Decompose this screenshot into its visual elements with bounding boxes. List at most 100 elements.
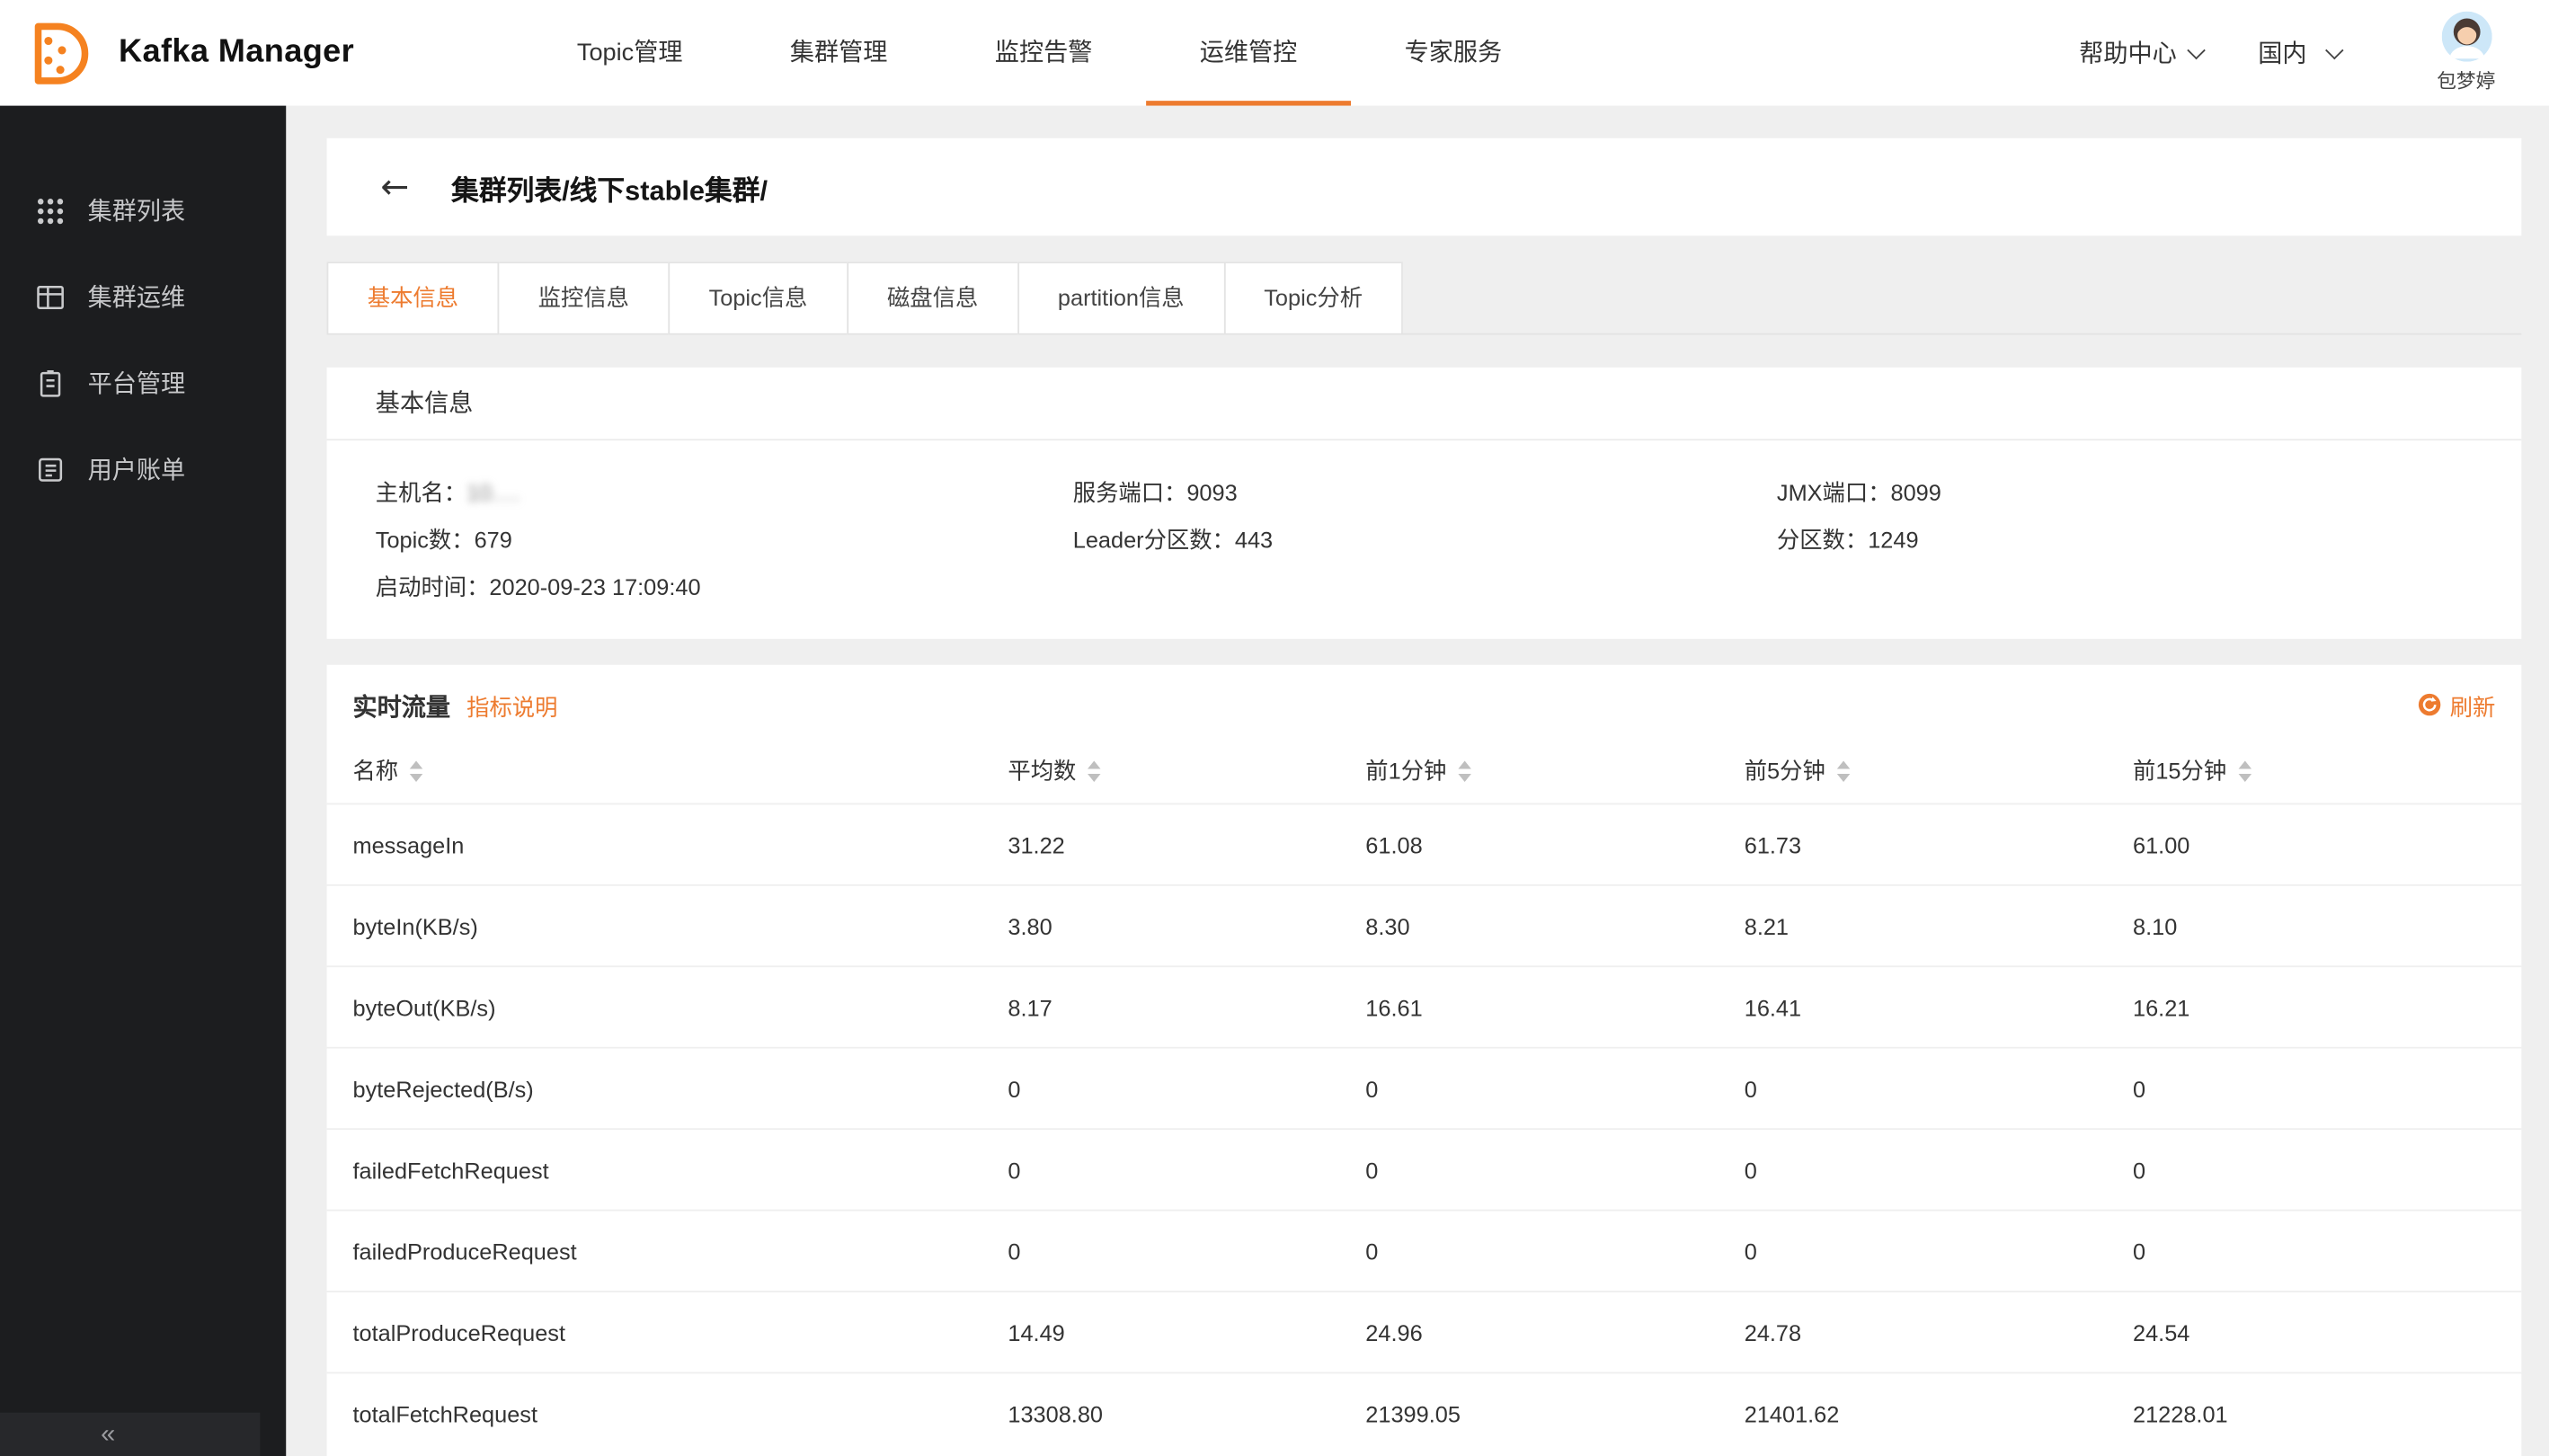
sort-icon[interactable]: [2238, 760, 2251, 782]
field-value: 443: [1235, 527, 1273, 553]
app-window: Kafka Manager Topic管理集群管理监控告警运维管控专家服务 帮助…: [0, 0, 2549, 1456]
cell-value: 0: [1008, 1157, 1365, 1183]
cell-value: 8.10: [2133, 913, 2495, 939]
col-header: 平均数: [1008, 754, 1365, 786]
user-name: 包梦婷: [2437, 67, 2495, 94]
cell-value: 0: [2133, 1157, 2495, 1183]
sidebar-item-user-bill[interactable]: 用户账单: [0, 426, 286, 512]
app-title: Kafka Manager: [119, 34, 354, 72]
help-center-menu[interactable]: 帮助中心: [2079, 36, 2202, 70]
tab-topic-analysis[interactable]: Topic分析: [1223, 262, 1403, 334]
cell-metric-name: failedFetchRequest: [352, 1157, 1008, 1183]
sidebar: 集群列表集群运维平台管理用户账单 «: [0, 106, 286, 1456]
sidebar-item-label: 平台管理: [88, 366, 186, 400]
sidebar-item-label: 用户账单: [88, 452, 186, 486]
cell-value: 61.73: [1745, 831, 2133, 857]
tab-basic-info[interactable]: 基本信息: [327, 262, 500, 334]
refresh-label: 刷新: [2450, 690, 2496, 723]
info-field: 分区数：1249: [1777, 523, 2473, 555]
cell-value: 0: [2133, 1075, 2495, 1101]
nav-item-expert-service[interactable]: 专家服务: [1351, 0, 1556, 106]
metric-description-link[interactable]: 指标说明: [466, 690, 557, 723]
breadcrumb-card: ← 集群列表/线下stable集群/: [327, 138, 2522, 236]
cell-metric-name: totalProduceRequest: [352, 1319, 1008, 1345]
col-header-label: 前15分钟: [2133, 754, 2226, 786]
col-header-label: 平均数: [1008, 754, 1076, 786]
table-row: byteIn(KB/s)3.808.308.218.10: [327, 884, 2522, 965]
user-menu[interactable]: 包梦婷: [2412, 12, 2519, 94]
cell-value: 21399.05: [1365, 1400, 1744, 1426]
col-header-label: 名称: [352, 754, 398, 786]
sidebar-item-cluster-ops[interactable]: 集群运维: [0, 253, 286, 340]
tabs-filler: [1401, 262, 2521, 334]
table-row: totalProduceRequest14.4924.9624.7824.54: [327, 1291, 2522, 1372]
avatar[interactable]: [2441, 12, 2491, 62]
top-right: 帮助中心 国内 包梦婷: [2079, 12, 2519, 94]
cell-value: 14.49: [1008, 1319, 1365, 1345]
cell-value: 0: [1745, 1075, 2133, 1101]
cluster-ops-icon: [34, 280, 67, 313]
cell-metric-name: totalFetchRequest: [352, 1400, 1008, 1426]
cell-metric-name: byteIn(KB/s): [352, 913, 1008, 939]
sort-icon[interactable]: [1836, 760, 1849, 782]
tab-partition-info[interactable]: partition信息: [1017, 262, 1225, 334]
realtime-traffic-card: 实时流量 指标说明 刷新 名称 平均数 前1分钟前5分钟 前15分钟 messageI…: [327, 665, 2522, 1456]
cell-value: 0: [1365, 1157, 1744, 1183]
tab-monitor-info[interactable]: 监控信息: [497, 262, 670, 334]
table-body: messageIn31.2261.0861.7361.00byteIn(KB/s…: [327, 803, 2522, 1452]
tab-disk-info[interactable]: 磁盘信息: [847, 262, 1019, 334]
info-field: 主机名：10.…: [376, 476, 1073, 509]
sort-icon[interactable]: [1088, 760, 1100, 782]
col-header: 前5分钟: [1745, 754, 2133, 786]
cell-value: 0: [1008, 1238, 1365, 1264]
realtime-traffic-title: 实时流量: [352, 689, 450, 724]
info-field: Leader分区数：443: [1073, 523, 1777, 555]
cell-value: 0: [1365, 1238, 1744, 1264]
info-field: JMX端口：8099: [1777, 476, 2473, 509]
user-bill-icon: [34, 453, 67, 485]
field-label: 分区数：: [1777, 527, 1868, 553]
platform-manage-icon: [34, 367, 67, 399]
cell-value: 21401.62: [1745, 1400, 2133, 1426]
refresh-button[interactable]: 刷新: [2418, 690, 2496, 723]
field-value: 679: [475, 527, 512, 553]
sidebar-item-platform-manage[interactable]: 平台管理: [0, 340, 286, 426]
tab-topic-info[interactable]: Topic信息: [668, 262, 848, 334]
col-header-label: 前5分钟: [1745, 754, 1825, 786]
table-row: byteRejected(B/s)0000: [327, 1047, 2522, 1128]
metrics-table: 名称 平均数 前1分钟前5分钟 前15分钟 messageIn31.2261.0861…: [327, 738, 2522, 1453]
field-value: 1249: [1868, 527, 1918, 553]
cell-value: 13308.80: [1008, 1400, 1365, 1426]
cluster-list-icon: [34, 194, 67, 226]
nav-item-cluster-manage[interactable]: 集群管理: [736, 0, 941, 106]
brand[interactable]: Kafka Manager: [20, 15, 354, 90]
refresh-icon: [2418, 692, 2442, 722]
region-select[interactable]: 国内: [2258, 36, 2340, 70]
back-arrow-icon[interactable]: ←: [380, 167, 409, 206]
cell-value: 8.17: [1008, 994, 1365, 1020]
nav-item-ops-control[interactable]: 运维管控: [1146, 0, 1351, 106]
cell-metric-name: failedProduceRequest: [352, 1238, 1008, 1264]
field-label: Topic数：: [376, 527, 475, 553]
sidebar-item-cluster-list[interactable]: 集群列表: [0, 167, 286, 253]
chevron-down-icon: [2187, 40, 2205, 58]
cell-value: 16.61: [1365, 994, 1744, 1020]
top-bar: Kafka Manager Topic管理集群管理监控告警运维管控专家服务 帮助…: [0, 0, 2549, 106]
chevron-down-icon: [2325, 40, 2343, 58]
col-header: 前1分钟: [1365, 754, 1744, 786]
cell-value: 24.96: [1365, 1319, 1744, 1345]
sort-icon[interactable]: [1458, 760, 1470, 782]
nav-item-monitor-alert[interactable]: 监控告警: [941, 0, 1146, 106]
main-content: ← 集群列表/线下stable集群/ 基本信息监控信息Topic信息磁盘信息pa…: [286, 106, 2549, 1456]
cell-value: 8.21: [1745, 913, 2133, 939]
sidebar-menu: 集群列表集群运维平台管理用户账单: [0, 106, 286, 512]
top-nav: Topic管理集群管理监控告警运维管控专家服务: [523, 0, 1556, 106]
help-center-label: 帮助中心: [2079, 36, 2177, 70]
basic-info-card: 基本信息 主机名：10.…服务端口：9093JMX端口：8099Topic数：6…: [327, 368, 2522, 639]
sidebar-item-label: 集群运维: [88, 280, 186, 314]
page-title: 集群列表/线下stable集群/: [451, 166, 768, 207]
cell-value: 16.21: [2133, 994, 2495, 1020]
nav-item-topic-manage[interactable]: Topic管理: [523, 0, 736, 106]
sidebar-collapse-button[interactable]: «: [0, 1413, 260, 1456]
sort-icon[interactable]: [410, 760, 422, 782]
